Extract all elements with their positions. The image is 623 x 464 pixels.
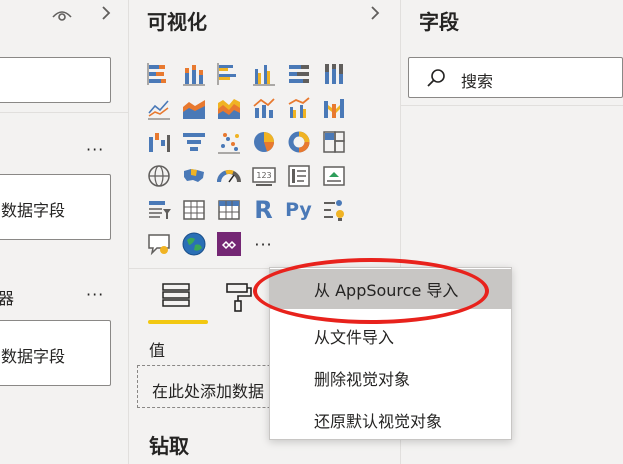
line-chart-icon[interactable] (141, 91, 176, 125)
table-icon[interactable] (176, 193, 211, 227)
chevron-right-icon[interactable] (369, 4, 381, 27)
line-and-clustered-column-chart-icon[interactable] (281, 91, 316, 125)
active-tab-indicator (148, 320, 208, 324)
gauge-icon[interactable] (211, 159, 246, 193)
matrix-icon[interactable] (211, 193, 246, 227)
pie-chart-icon[interactable] (246, 125, 281, 159)
ribbon-chart-icon[interactable] (316, 91, 351, 125)
filter-drop-zone[interactable]: 数据字段 (0, 320, 111, 386)
svg-text:123: 123 (256, 171, 271, 180)
stacked-bar-chart-icon[interactable] (141, 57, 176, 91)
menu-item-delete-visual[interactable]: 删除视觉对象 (270, 358, 511, 398)
qa-visual-icon[interactable] (141, 227, 176, 261)
visual-gallery: 123 R Py ··· (141, 57, 386, 261)
search-icon (427, 69, 445, 87)
r-script-visual-icon[interactable]: R (246, 193, 281, 227)
waterfall-chart-icon[interactable] (141, 125, 176, 159)
drop-zone-text: 数据字段 (1, 201, 66, 220)
stacked-column-chart-icon[interactable] (176, 57, 211, 91)
clustered-bar-chart-icon[interactable] (211, 57, 246, 91)
arcgis-map-icon[interactable] (176, 227, 211, 261)
values-label: 值 (149, 341, 166, 360)
fields-search-box[interactable]: 搜索 (408, 57, 623, 98)
pane-title: 可视化 (147, 10, 207, 34)
filter-search-box[interactable] (0, 57, 111, 103)
more-options-button[interactable]: ··· (86, 140, 104, 159)
get-more-visuals-button[interactable]: ··· (246, 227, 281, 261)
chevron-right-icon[interactable] (100, 4, 112, 27)
100-stacked-column-chart-icon[interactable] (316, 57, 351, 91)
filters-pane: ··· 数据字段 器 ··· 数据字段 (0, 0, 129, 464)
donut-chart-icon[interactable] (281, 125, 316, 159)
filter-drop-zone[interactable]: 数据字段 (0, 174, 111, 240)
fields-tab-icon[interactable] (159, 280, 193, 318)
filled-map-icon[interactable] (176, 159, 211, 193)
stacked-area-chart-icon[interactable] (211, 91, 246, 125)
menu-item-import-from-appsource[interactable]: 从 AppSource 导入 (270, 269, 511, 309)
line-and-stacked-column-chart-icon[interactable] (246, 91, 281, 125)
drill-through-title: 钻取 (149, 434, 189, 458)
menu-item-restore-default-visuals[interactable]: 还原默认视觉对象 (270, 400, 511, 440)
key-influencers-icon[interactable] (316, 193, 351, 227)
more-options-button[interactable]: ··· (86, 285, 104, 304)
format-paint-roller-icon[interactable] (221, 280, 255, 318)
area-chart-icon[interactable] (176, 91, 211, 125)
eye-icon[interactable] (52, 8, 72, 27)
kpi-icon[interactable] (316, 159, 351, 193)
map-globe-icon[interactable] (141, 159, 176, 193)
slicer-icon[interactable] (141, 193, 176, 227)
scatter-chart-icon[interactable] (211, 125, 246, 159)
clustered-column-chart-icon[interactable] (246, 57, 281, 91)
100-stacked-bar-chart-icon[interactable] (281, 57, 316, 91)
card-icon[interactable]: 123 (246, 159, 281, 193)
search-placeholder: 搜索 (461, 72, 494, 91)
power-apps-visual-icon[interactable] (211, 227, 246, 261)
multi-row-card-icon[interactable] (281, 159, 316, 193)
python-visual-icon[interactable]: Py (281, 193, 316, 227)
pane-title: 字段 (419, 10, 459, 34)
funnel-chart-icon[interactable] (176, 125, 211, 159)
more-visuals-context-menu: 从 AppSource 导入 从文件导入 删除视觉对象 还原默认视觉对象 (269, 267, 512, 440)
treemap-icon[interactable] (316, 125, 351, 159)
drop-zone-text: 数据字段 (1, 347, 66, 366)
values-placeholder: 在此处添加数据 (152, 382, 265, 401)
section-label: 器 (0, 285, 14, 309)
menu-item-import-from-file[interactable]: 从文件导入 (270, 316, 511, 356)
